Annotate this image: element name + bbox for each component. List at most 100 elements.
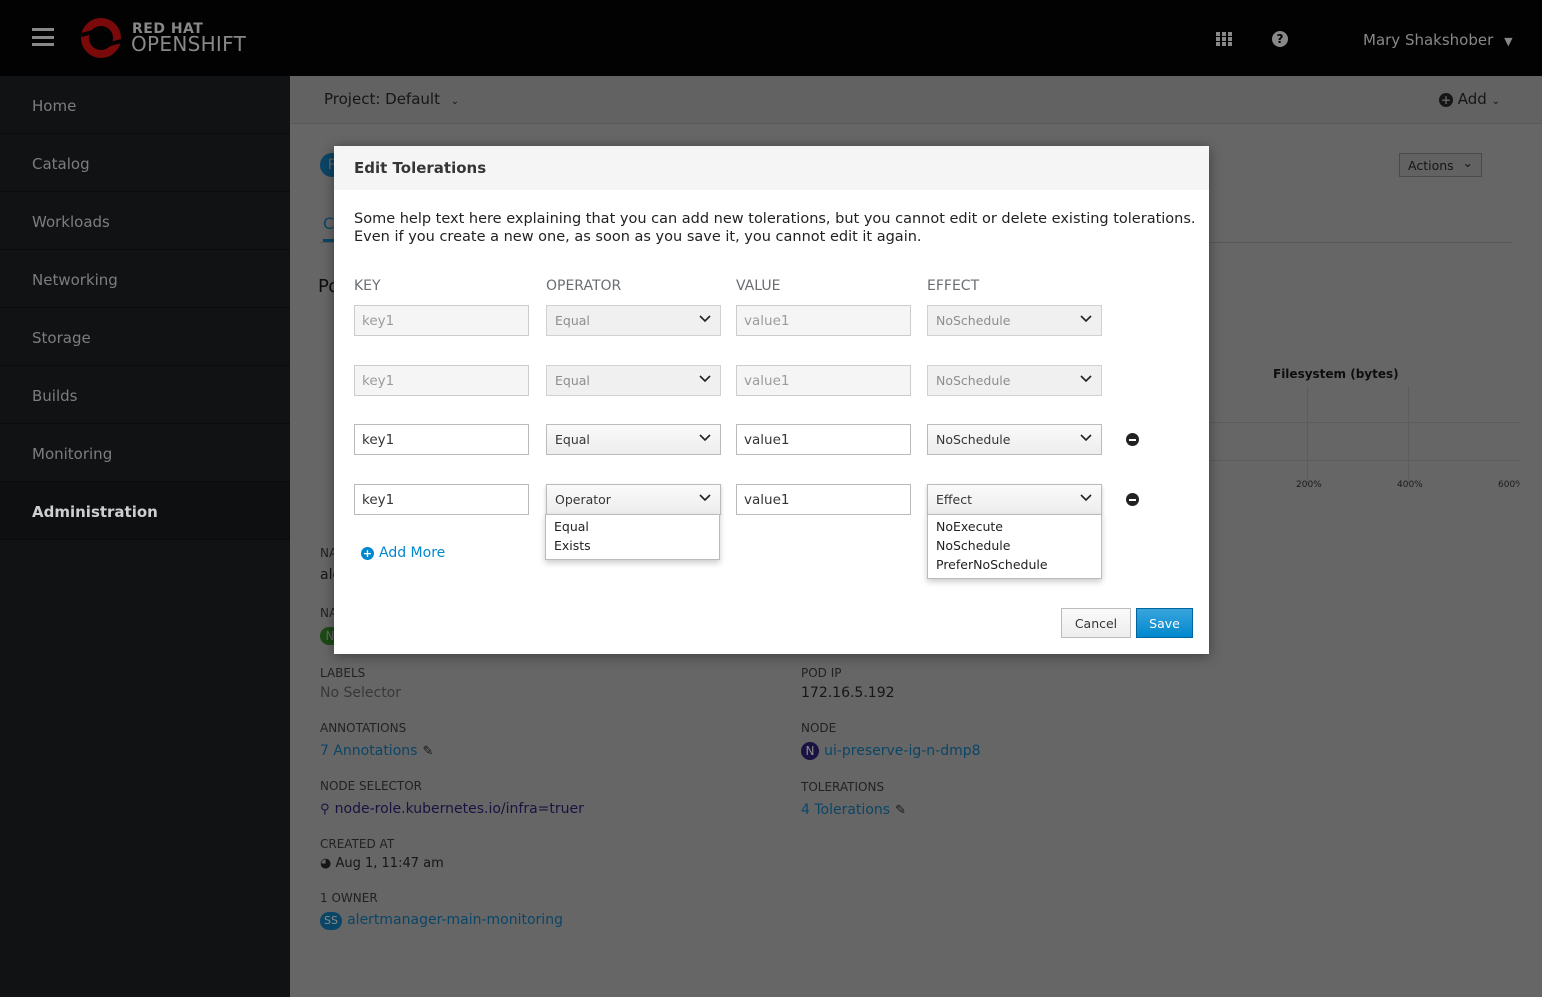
sidebar-item-catalog[interactable]: Catalog	[0, 134, 290, 192]
remove-toleration-icon[interactable]	[1126, 493, 1139, 506]
effect-select: NoSchedule	[927, 305, 1102, 336]
details-right: POD IP 172.16.5.192 NODE N ui-preserve-i…	[801, 666, 981, 818]
sidebar-item-label: Home	[32, 97, 77, 115]
app-launcher-icon[interactable]	[1216, 32, 1233, 46]
operator-dropdown-menu: Equal Exists	[545, 514, 720, 560]
openshift-logo[interactable]	[79, 17, 125, 59]
chart-gridline	[1307, 386, 1308, 484]
node-link[interactable]: N ui-preserve-ig-n-dmp8	[801, 740, 981, 760]
effect-option-noschedule[interactable]: NoSchedule	[928, 537, 1101, 556]
pencil-icon[interactable]: ✎	[423, 744, 434, 759]
node-selector-link[interactable]: ⚲ node-role.kubernetes.io/infra=truer	[320, 798, 584, 817]
owner-link[interactable]: SS alertmanager-main-monitoring	[320, 909, 584, 930]
actions-label: Actions	[1408, 158, 1454, 173]
chevron-down-icon	[1080, 494, 1092, 502]
node-badge: N	[801, 742, 819, 760]
node-label: NODE	[801, 721, 837, 735]
tolerations-link[interactable]: 4 Tolerations ✎	[801, 799, 981, 818]
sidebar-item-networking[interactable]: Networking	[0, 250, 290, 308]
chevron-down-icon	[1080, 434, 1092, 442]
add-button[interactable]: + Add ⌄	[1439, 90, 1500, 108]
created-at-text: Aug 1, 11:47 am	[335, 856, 444, 871]
effect-select-value: NoSchedule	[936, 432, 1011, 447]
annotations-text: 7 Annotations	[320, 743, 418, 759]
sidebar-item-administration[interactable]: Administration	[0, 482, 290, 540]
key-input[interactable]: key1	[354, 424, 529, 455]
plus-circle-icon: +	[1439, 93, 1453, 107]
pencil-icon[interactable]: ✎	[895, 803, 906, 818]
actions-button[interactable]: Actions ⌄	[1399, 153, 1482, 177]
key-input: key1	[354, 365, 529, 396]
chevron-down-icon	[699, 434, 711, 442]
masthead: RED HAT OPENSHIFT ? Mary Shakshober ▼	[0, 0, 1542, 76]
chevron-down-icon: ⌄	[1491, 96, 1500, 107]
chart-tick-label: 200%	[1296, 480, 1322, 490]
owner-text: alertmanager-main-monitoring	[347, 912, 563, 928]
project-bar: Project: Default ⌄ + Add ⌄	[290, 76, 1542, 124]
pod-ip-label: POD IP	[801, 666, 842, 680]
brand-bottom: OPENSHIFT	[131, 32, 247, 56]
operator-select[interactable]: Operator	[546, 484, 721, 515]
operator-option-equal[interactable]: Equal	[546, 518, 719, 537]
sidebar: Home Catalog Workloads Networking Storag…	[0, 76, 290, 997]
sidebar-item-label: Builds	[32, 387, 78, 405]
annotations-link[interactable]: 7 Annotations ✎	[320, 740, 584, 759]
save-button[interactable]: Save	[1136, 608, 1193, 638]
sidebar-item-home[interactable]: Home	[0, 76, 290, 134]
project-selector[interactable]: Project: Default ⌄	[324, 90, 459, 108]
operator-select-value: Operator	[555, 492, 611, 507]
edit-tolerations-modal: Edit Tolerations Some help text here exp…	[334, 146, 1209, 654]
details-left: LABELS No Selector ANNOTATIONS 7 Annotat…	[320, 666, 584, 930]
sidebar-item-label: Monitoring	[32, 445, 113, 463]
operator-select: Equal	[546, 305, 721, 336]
labels-label: LABELS	[320, 666, 366, 680]
sidebar-item-label: Networking	[32, 271, 118, 289]
tolerations-label: TOLERATIONS	[801, 780, 885, 794]
add-more-link[interactable]: + Add More	[361, 545, 445, 561]
hamburger-menu-icon[interactable]	[32, 28, 54, 46]
cancel-button[interactable]: Cancel	[1061, 608, 1131, 638]
operator-option-exists[interactable]: Exists	[546, 537, 719, 556]
sidebar-item-monitoring[interactable]: Monitoring	[0, 424, 290, 482]
modal-help-text: Some help text here explaining that you …	[354, 211, 1196, 245]
operator-select-value: Equal	[555, 432, 590, 447]
value-input[interactable]: value1	[736, 424, 911, 455]
node-text: ui-preserve-ig-n-dmp8	[824, 743, 981, 759]
globe-icon: ◕	[320, 856, 332, 871]
operator-select-value: Equal	[555, 373, 590, 388]
operator-select[interactable]: Equal	[546, 424, 721, 455]
user-menu[interactable]: Mary Shakshober ▼	[1363, 31, 1513, 49]
owner-badge: SS	[320, 912, 342, 930]
effect-option-prefernoschedule[interactable]: PreferNoSchedule	[928, 556, 1101, 575]
sidebar-item-label: Administration	[32, 503, 158, 521]
column-header-value: VALUE	[736, 278, 781, 294]
project-label: Project: Default	[324, 90, 440, 108]
effect-select-value: NoSchedule	[936, 313, 1011, 328]
chevron-down-icon: ⌄	[450, 96, 460, 107]
sidebar-item-builds[interactable]: Builds	[0, 366, 290, 424]
effect-dropdown-menu: NoExecute NoSchedule PreferNoSchedule	[927, 514, 1102, 579]
sidebar-item-workloads[interactable]: Workloads	[0, 192, 290, 250]
key-input[interactable]: key1	[354, 484, 529, 515]
effect-select-value: NoSchedule	[936, 373, 1011, 388]
key-input: key1	[354, 305, 529, 336]
value-input: value1	[736, 305, 911, 336]
node-selector-label: NODE SELECTOR	[320, 779, 423, 793]
effect-select[interactable]: NoSchedule	[927, 424, 1102, 455]
value-input[interactable]: value1	[736, 484, 911, 515]
effect-option-noexecute[interactable]: NoExecute	[928, 518, 1101, 537]
column-header-key: KEY	[354, 278, 381, 294]
node-selector-text: node-role.kubernetes.io/infra=truer	[334, 801, 584, 817]
tolerations-text: 4 Tolerations	[801, 802, 891, 818]
operator-select-value: Equal	[555, 313, 590, 328]
add-more-label: Add More	[379, 545, 446, 561]
effect-select[interactable]: Effect	[927, 484, 1102, 515]
chart-tick-label: 600%	[1498, 480, 1520, 490]
operator-select: Equal	[546, 365, 721, 396]
help-icon[interactable]: ?	[1272, 31, 1288, 47]
remove-toleration-icon[interactable]	[1126, 433, 1139, 446]
sidebar-item-label: Catalog	[32, 155, 90, 173]
column-header-effect: EFFECT	[927, 278, 980, 294]
sidebar-item-storage[interactable]: Storage	[0, 308, 290, 366]
add-label: Add	[1457, 90, 1487, 108]
